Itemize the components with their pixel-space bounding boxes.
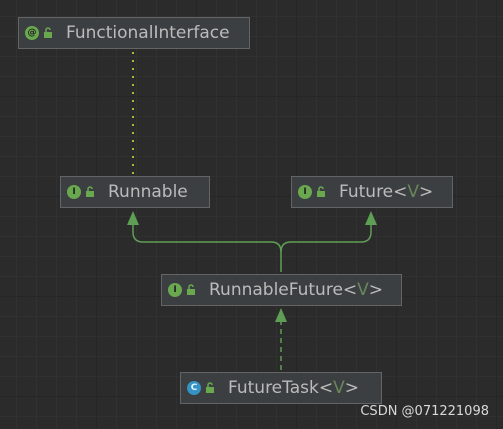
lock-icon — [86, 186, 94, 197]
diagram-edges — [127, 52, 377, 370]
generic-close: > — [419, 182, 434, 202]
arrowhead-runnable-future — [275, 308, 287, 322]
node-future[interactable]: I Future<V> — [291, 176, 453, 208]
node-label: FunctionalInterface — [66, 23, 230, 43]
node-label: Runnable — [108, 182, 188, 202]
lock-icon — [187, 284, 195, 295]
interface-icon: I — [67, 185, 81, 199]
lock-icon — [206, 382, 214, 393]
node-runnable-future[interactable]: I RunnableFuture<V> — [161, 274, 402, 306]
class-name: RunnableFuture< — [209, 280, 358, 300]
node-label: Future<V> — [339, 182, 433, 202]
lock-icon — [317, 186, 325, 197]
generic-close: > — [368, 280, 384, 300]
annotation-icon: @ — [25, 26, 39, 40]
lock-icon — [44, 27, 52, 38]
generic-close: > — [344, 378, 359, 398]
interface-icon: I — [298, 185, 312, 199]
class-name: Future< — [339, 182, 408, 202]
class-name: FutureTask< — [228, 378, 334, 398]
arrowhead-runnable — [127, 211, 139, 225]
node-label: FutureTask<V> — [228, 378, 359, 398]
node-future-task[interactable]: C FutureTask<V> — [180, 372, 382, 404]
node-runnable[interactable]: I Runnable — [60, 176, 210, 208]
watermark: CSDN @071221098 — [360, 404, 489, 419]
interface-icon: I — [168, 283, 182, 297]
class-icon: C — [187, 381, 201, 395]
arrowhead-future — [365, 211, 377, 225]
node-label: RunnableFuture<V> — [209, 280, 383, 300]
type-parameter: V — [407, 182, 420, 202]
extends-edge-runnable — [132, 225, 282, 272]
node-functional-interface[interactable]: @ FunctionalInterface — [18, 17, 250, 49]
extends-edge-future — [280, 225, 372, 253]
type-parameter: V — [357, 280, 369, 300]
type-parameter: V — [333, 378, 345, 398]
